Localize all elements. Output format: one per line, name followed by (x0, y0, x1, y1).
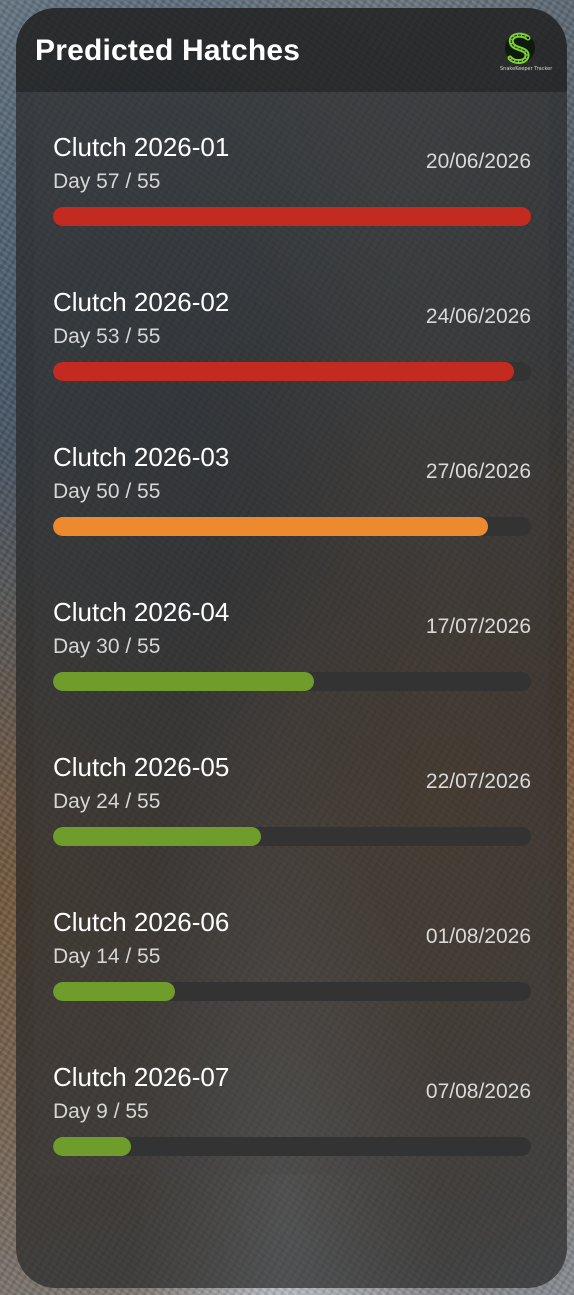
predicted-hatches-widget: Predicted Hatches SnakeKeeper Tracker Cl… (16, 8, 567, 1288)
widget-title: Predicted Hatches (35, 34, 301, 67)
clutch-day-count: Day 9 / 55 (53, 1100, 149, 1123)
clutch-day-count: Day 53 / 55 (53, 325, 161, 348)
clutch-day-count: Day 30 / 55 (53, 635, 161, 658)
progress-fill (53, 982, 175, 1001)
predicted-hatch-date: 17/07/2026 (425, 615, 531, 638)
predicted-hatch-date: 20/06/2026 (425, 150, 531, 173)
clutch-name: Clutch 2026-01 (53, 132, 230, 162)
snake-s-logo-icon[interactable]: SnakeKeeper Tracker (500, 30, 553, 78)
predicted-hatch-date: 24/06/2026 (425, 305, 531, 328)
progress-track (53, 827, 531, 846)
clutch-item[interactable]: Clutch 2026-01 Day 57 / 55 20/06/2026 (53, 132, 531, 242)
clutch-item[interactable]: Clutch 2026-07 Day 9 / 55 07/08/2026 (53, 1062, 531, 1172)
progress-fill (53, 672, 314, 691)
progress-fill (53, 517, 488, 536)
predicted-hatch-date: 01/08/2026 (425, 925, 531, 948)
progress-fill (53, 207, 531, 226)
clutch-item[interactable]: Clutch 2026-06 Day 14 / 55 01/08/2026 (53, 907, 531, 1017)
logo-text: SnakeKeeper Tracker (500, 66, 553, 72)
clutch-name: Clutch 2026-05 (53, 752, 230, 782)
progress-fill (53, 827, 262, 846)
clutch-item[interactable]: Clutch 2026-02 Day 53 / 55 24/06/2026 (53, 287, 531, 397)
clutch-item[interactable]: Clutch 2026-04 Day 30 / 55 17/07/2026 (53, 597, 531, 707)
clutch-list: Clutch 2026-01 Day 57 / 55 20/06/2026 Cl… (34, 92, 549, 1175)
clutch-name: Clutch 2026-03 (53, 442, 230, 472)
predicted-hatch-date: 22/07/2026 (425, 770, 531, 793)
clutch-name: Clutch 2026-02 (53, 287, 230, 317)
predicted-hatch-date: 07/08/2026 (425, 1080, 531, 1103)
clutch-day-count: Day 14 / 55 (53, 945, 161, 968)
clutch-day-count: Day 50 / 55 (53, 480, 161, 503)
progress-track (53, 207, 531, 226)
progress-fill (53, 1137, 132, 1156)
progress-track (53, 362, 531, 381)
progress-track (53, 672, 531, 691)
clutch-name: Clutch 2026-04 (53, 597, 230, 627)
clutch-name: Clutch 2026-06 (53, 907, 230, 937)
progress-track (53, 982, 531, 1001)
progress-fill (53, 362, 514, 381)
progress-track (53, 1137, 531, 1156)
clutch-day-count: Day 57 / 55 (53, 170, 161, 193)
clutch-day-count: Day 24 / 55 (53, 790, 161, 813)
predicted-hatch-date: 27/06/2026 (425, 460, 531, 483)
snake-s-logo-graphic (505, 32, 535, 64)
clutch-item[interactable]: Clutch 2026-03 Day 50 / 55 27/06/2026 (53, 442, 531, 552)
clutch-item[interactable]: Clutch 2026-05 Day 24 / 55 22/07/2026 (53, 752, 531, 862)
widget-header: Predicted Hatches SnakeKeeper Tracker (16, 8, 567, 92)
progress-track (53, 517, 531, 536)
clutch-name: Clutch 2026-07 (53, 1062, 230, 1092)
